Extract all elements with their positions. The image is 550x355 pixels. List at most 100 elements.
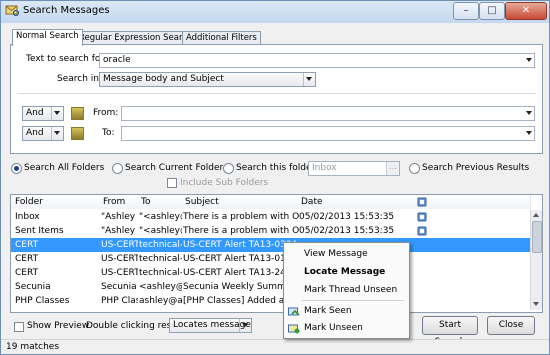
divider (17, 93, 536, 94)
minimize-button[interactable]: – (453, 2, 479, 20)
chevron-down-icon (306, 77, 312, 81)
address-book-icon[interactable] (71, 127, 84, 140)
search-in-select[interactable]: Message body and Subject (99, 72, 316, 87)
table-row[interactable]: Sent Items "Ashley Al "<ashley@ There is… (11, 224, 530, 238)
cell-from: "Ashley Al (101, 212, 138, 222)
tab-regular-expression-search[interactable]: Regular Expression Search (75, 31, 197, 45)
cell-to: "<ashley@ (139, 212, 182, 222)
cell-to: technical-al (139, 254, 182, 264)
status-bar: 19 matches (1, 339, 549, 354)
chevron-down-icon[interactable] (526, 58, 532, 62)
column-header-from[interactable]: From (101, 195, 140, 209)
double-click-result-select[interactable]: Locates message (169, 318, 252, 333)
chevron-down-icon[interactable] (526, 131, 532, 135)
menu-item-mark-unseen[interactable]: Mark Unseen (304, 323, 363, 333)
column-header-date[interactable]: Date (299, 195, 415, 209)
table-row[interactable]: PHP Classes PHP Class ashley@alk [PHP Cl… (11, 294, 530, 308)
cell-to: technical-al (139, 268, 182, 278)
cell-from: US-CERT (101, 268, 138, 278)
include-subfolders-label: Include Sub Folders (180, 178, 269, 188)
cell-folder: PHP Classes (15, 296, 70, 306)
menu-divider (302, 300, 404, 301)
scroll-up-arrow-icon[interactable] (533, 213, 539, 217)
radio-search-this-folder[interactable] (223, 163, 234, 174)
table-row-selected[interactable]: CERT US-CERT technical-al US-CERT Alert … (11, 238, 530, 252)
include-subfolders-checkbox[interactable] (167, 178, 177, 188)
text-to-search-label: Text to search for: (26, 54, 107, 64)
to-input[interactable] (121, 126, 535, 141)
radio-search-current-folder[interactable] (112, 163, 123, 174)
address-book-icon[interactable] (71, 107, 84, 120)
scrollbar-thumb[interactable] (532, 221, 542, 253)
chevron-down-icon[interactable] (526, 111, 532, 115)
cell-subject: US-CERT Alert TA13-032A (183, 240, 298, 250)
mark-seen-icon (288, 307, 300, 316)
column-header-subject[interactable]: Subject (183, 195, 300, 209)
results-table[interactable]: Folder From To Subject Date Inbox "Ashle… (10, 194, 543, 313)
maximize-button[interactable]: □ (479, 2, 505, 20)
table-row[interactable]: Secunia Secunia <ashley@alk Secunia Week… (11, 280, 530, 294)
cell-from: Secunia (101, 282, 137, 292)
table-row[interactable]: CERT US-CERT technical-al US-CERT Alert … (11, 266, 530, 280)
text-to-search-input[interactable]: oracle (99, 53, 535, 68)
radio-search-all-folders[interactable] (11, 163, 22, 174)
menu-item-locate-message[interactable]: Locate Message (304, 267, 385, 277)
cell-to: "<ashley@ (139, 226, 182, 236)
cell-date: 05/02/2013 15:53:35 (299, 226, 395, 236)
scroll-down-arrow-icon[interactable] (533, 302, 539, 306)
from-label: From: (93, 108, 119, 118)
menu-item-mark-thread-unseen[interactable]: Mark Thread Unseen (304, 285, 397, 295)
cell-folder: CERT (15, 240, 39, 250)
cell-from: PHP Class (101, 296, 138, 306)
cell-to: <ashley@alk (139, 282, 182, 292)
to-operator-value: And (26, 128, 44, 138)
cell-subject: There is a problem with Oracle (183, 226, 299, 236)
search-current-folder-label[interactable]: Search Current Folder (125, 163, 223, 173)
menu-item-mark-seen[interactable]: Mark Seen (304, 306, 352, 316)
search-this-folder-label[interactable]: Search this folder: (236, 163, 318, 173)
column-header-attachment[interactable] (414, 195, 531, 209)
title-bar[interactable]: Search Messages – □ ✕ (1, 1, 549, 23)
cell-folder: Sent Items (15, 226, 64, 236)
cell-subject: US-CERT Alert TA13-010A (183, 254, 298, 264)
cell-date: 05/02/2013 15:53:35 (299, 212, 395, 222)
table-row[interactable]: CERT US-CERT technical-al US-CERT Alert … (11, 252, 530, 266)
from-input[interactable] (121, 106, 535, 121)
cell-subject: There is a problem with Oracle (183, 212, 299, 222)
attachment-icon (417, 226, 427, 236)
radio-search-previous-results[interactable] (409, 163, 420, 174)
to-operator-select[interactable]: And (22, 126, 64, 141)
search-all-folders-label[interactable]: Search All Folders (24, 163, 104, 173)
tab-additional-filters[interactable]: Additional Filters (182, 31, 261, 45)
show-preview-label[interactable]: Show Preview (27, 321, 89, 331)
text-to-search-value: oracle (103, 55, 131, 65)
cell-to: ashley@alk (139, 296, 182, 306)
from-operator-select[interactable]: And (22, 106, 64, 121)
table-row[interactable]: Inbox "Ashley Al "<ashley@ There is a pr… (11, 210, 530, 224)
start-search-button[interactable]: Start Search (422, 316, 478, 347)
cell-folder: Secunia (15, 282, 51, 292)
column-header-folder[interactable]: Folder (11, 195, 102, 209)
browse-folder-button[interactable]: … (386, 162, 399, 175)
cell-from: US-CERT (101, 240, 138, 250)
close-window-button[interactable]: ✕ (505, 2, 547, 20)
vertical-scrollbar[interactable] (530, 210, 542, 310)
column-header-to[interactable]: To (139, 195, 184, 209)
close-button[interactable]: Close (487, 316, 535, 335)
search-previous-results-label[interactable]: Search Previous Results (422, 163, 529, 173)
context-menu: View Message Locate Message Mark Thread … (283, 242, 410, 339)
search-in-value: Message body and Subject (103, 74, 224, 84)
cell-from: US-CERT (101, 254, 138, 264)
mark-unseen-icon (288, 324, 300, 334)
show-preview-checkbox[interactable] (14, 322, 24, 332)
folder-value: Inbox (312, 163, 337, 173)
attachment-icon (417, 197, 427, 207)
chevron-down-icon (54, 131, 60, 135)
folder-input[interactable]: Inbox … (308, 161, 400, 176)
cell-subject: Secunia Weekly Summary (183, 282, 299, 292)
tab-normal-search[interactable]: Normal Search (12, 29, 83, 46)
cell-subject: US-CERT Alert TA13-240A (183, 268, 298, 278)
menu-item-view-message[interactable]: View Message (304, 249, 368, 259)
window-title: Search Messages (23, 5, 110, 16)
cell-from: "Ashley Al (101, 226, 138, 236)
